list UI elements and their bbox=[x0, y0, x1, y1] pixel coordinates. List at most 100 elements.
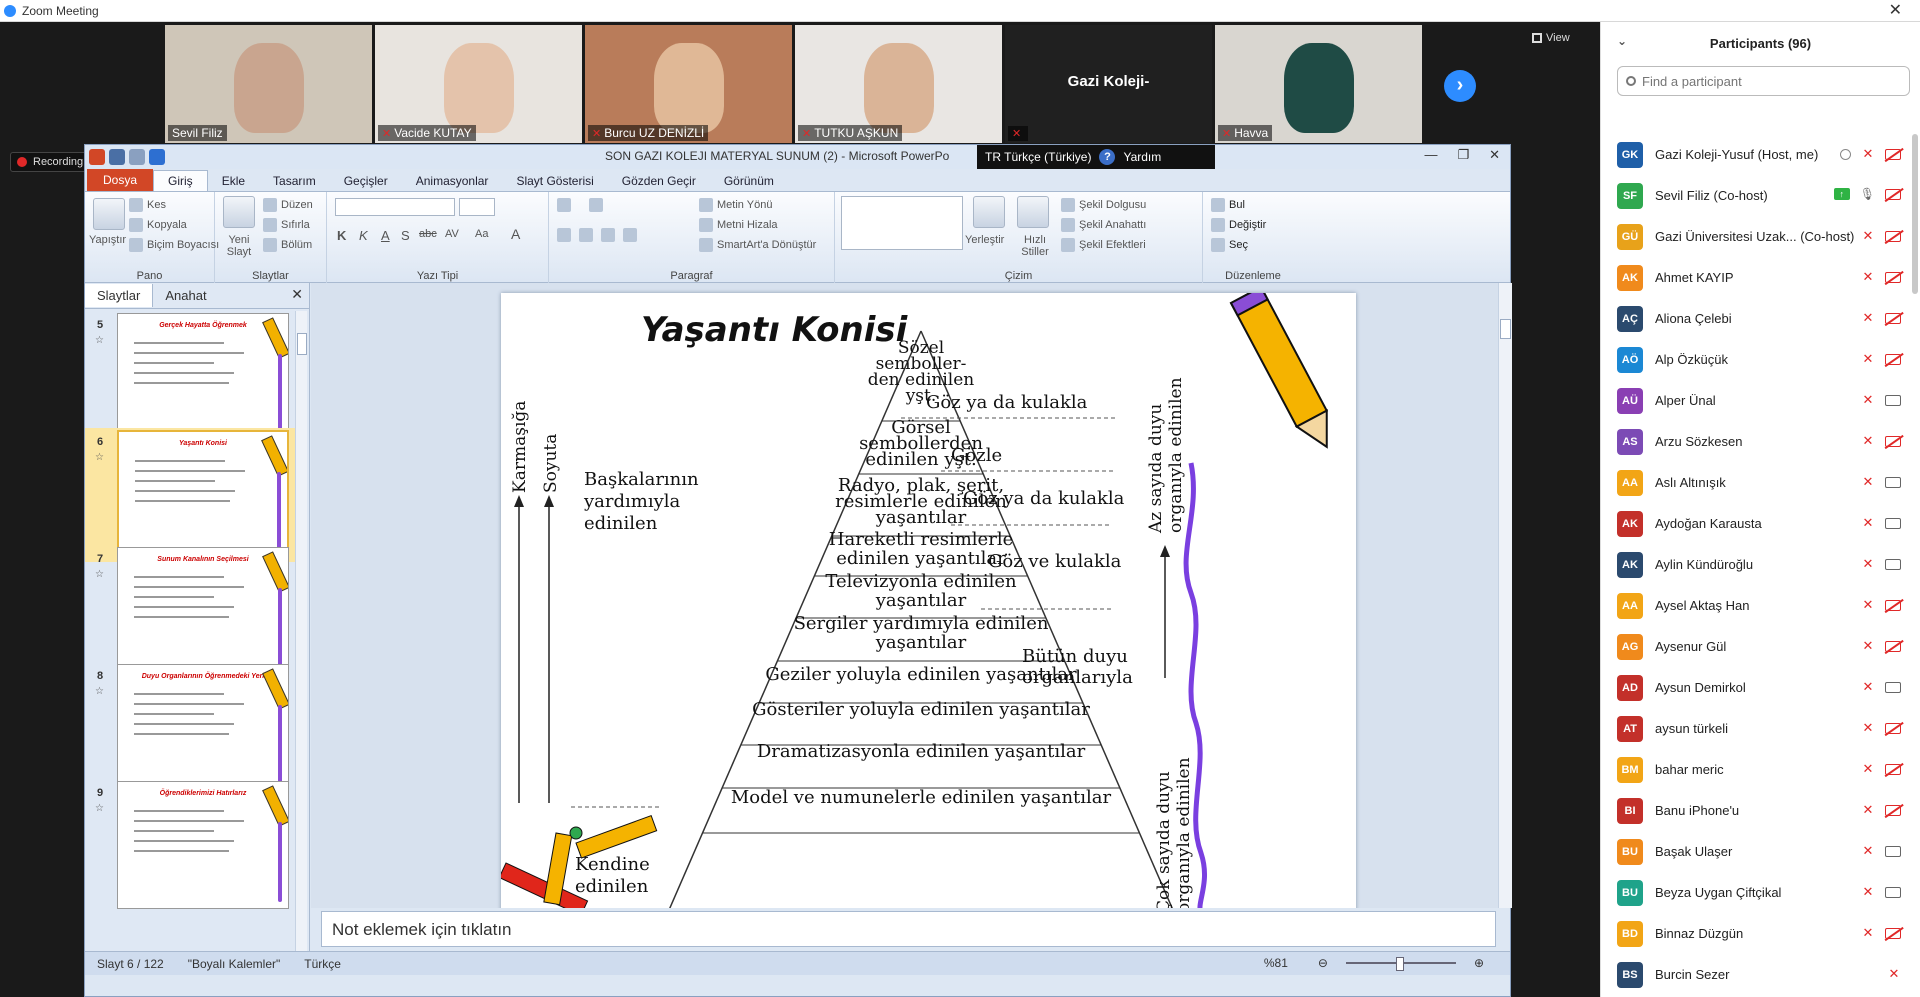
video-tile[interactable]: ✕ Havva bbox=[1215, 25, 1422, 143]
mic-off-icon[interactable]: ✕ bbox=[1861, 679, 1875, 695]
camera-on-icon[interactable] bbox=[1885, 681, 1901, 693]
mic-off-icon[interactable]: ✕ bbox=[1861, 392, 1875, 408]
video-tile[interactable]: ✕ TUTKU AŞKUN bbox=[795, 25, 1002, 143]
mic-off-icon[interactable]: ✕ bbox=[1861, 802, 1875, 818]
zoom-in-button[interactable]: ⊕ bbox=[1462, 956, 1496, 970]
new-slide-button[interactable]: Yeni Slayt bbox=[219, 234, 259, 258]
slide-scrollbar[interactable] bbox=[1498, 283, 1512, 908]
quick-styles-button[interactable]: Hızlı Stiller bbox=[1015, 234, 1055, 258]
align-left-button[interactable] bbox=[557, 228, 571, 242]
zoom-level[interactable]: %81 bbox=[1252, 956, 1300, 970]
collapse-panel-button[interactable]: ⌄ bbox=[1617, 34, 1627, 48]
reset-button[interactable]: Sıfırla bbox=[263, 218, 310, 232]
mic-off-icon[interactable]: ✕ bbox=[1861, 884, 1875, 900]
mic-off-icon[interactable]: ✕ bbox=[1861, 269, 1875, 285]
shadow-button[interactable]: S bbox=[401, 228, 410, 243]
quick-styles-icon[interactable] bbox=[1017, 196, 1049, 228]
slide-thumbnail[interactable]: 9 ☆ Öğrendiklerimizi Hatırlarız bbox=[85, 779, 295, 913]
video-tile[interactable]: Sevil Filiz bbox=[165, 25, 372, 143]
participant-row[interactable]: GK Gazi Koleji-Yusuf (Host, me) ✕ bbox=[1601, 134, 1911, 175]
help-label[interactable]: Yardım bbox=[1123, 150, 1161, 164]
camera-off-icon[interactable] bbox=[1885, 312, 1901, 324]
participant-row[interactable]: AA Aslı Altınışık ✕ bbox=[1601, 462, 1911, 503]
participant-row[interactable]: BM bahar meric ✕ bbox=[1601, 749, 1911, 790]
close-window-button[interactable]: ✕ bbox=[1889, 0, 1902, 22]
ribbon-tab[interactable]: Geçişler bbox=[330, 171, 402, 191]
camera-off-icon[interactable] bbox=[1885, 188, 1901, 200]
participant-row[interactable]: AÇ Aliona Çelebi ✕ bbox=[1601, 298, 1911, 339]
camera-off-icon[interactable] bbox=[1885, 640, 1901, 652]
justify-button[interactable] bbox=[623, 228, 637, 242]
italic-button[interactable]: K bbox=[359, 228, 368, 243]
mic-off-icon[interactable]: ✕ bbox=[1887, 966, 1901, 982]
ribbon-tab[interactable]: Dosya bbox=[87, 169, 154, 191]
participant-row[interactable]: AK Aydoğan Karausta ✕ bbox=[1601, 503, 1911, 544]
shapes-gallery[interactable] bbox=[841, 196, 963, 250]
slide-thumbnail[interactable]: 7 ☆ Sunum Kanalının Seçilmesi bbox=[85, 545, 295, 679]
participant-row[interactable]: SF Sevil Filiz (Co-host) ↑ 🎙 bbox=[1601, 175, 1911, 216]
participant-row[interactable]: GÜ Gazi Üniversitesi Uzak... (Co-host) ✕ bbox=[1601, 216, 1911, 257]
shape-effects-button[interactable]: Şekil Efektleri bbox=[1061, 238, 1146, 252]
mic-off-icon[interactable]: ✕ bbox=[1861, 556, 1875, 572]
camera-off-icon[interactable] bbox=[1885, 353, 1901, 365]
slide-thumbnail[interactable]: 5 ☆ Gerçek Hayatta Öğrenmek bbox=[85, 311, 295, 445]
ribbon-tab[interactable]: Ekle bbox=[208, 171, 259, 191]
shape-outline-button[interactable]: Şekil Anahattı bbox=[1061, 218, 1146, 232]
mic-off-icon[interactable]: ✕ bbox=[1861, 351, 1875, 367]
mic-off-icon[interactable]: ✕ bbox=[1861, 761, 1875, 777]
mic-off-icon[interactable]: ✕ bbox=[1861, 638, 1875, 654]
slide-scrollbar-thumb[interactable] bbox=[1500, 319, 1511, 339]
camera-on-icon[interactable] bbox=[1885, 886, 1901, 898]
mic-off-icon[interactable]: ✕ bbox=[1861, 433, 1875, 449]
underline-button[interactable]: A bbox=[381, 228, 390, 243]
scrollbar-thumb[interactable] bbox=[297, 333, 307, 355]
cut-button[interactable]: Kes bbox=[129, 198, 166, 212]
restore-button[interactable]: ❐ bbox=[1457, 147, 1469, 163]
participant-scrollbar[interactable] bbox=[1912, 134, 1918, 294]
zoom-out-button[interactable]: ⊖ bbox=[1306, 956, 1340, 970]
save-icon[interactable] bbox=[109, 149, 125, 165]
ribbon-tab[interactable]: Slayt Gösterisi bbox=[502, 171, 607, 191]
participant-row[interactable]: BD Binnaz Düzgün ✕ bbox=[1601, 913, 1911, 954]
undo-icon[interactable] bbox=[129, 149, 145, 165]
camera-on-icon[interactable] bbox=[1885, 517, 1901, 529]
numbering-button[interactable] bbox=[589, 198, 603, 212]
font-name-box[interactable] bbox=[335, 198, 455, 216]
mic-off-icon[interactable]: ✕ bbox=[1861, 515, 1875, 531]
participant-row[interactable]: AA Aysel Aktaş Han ✕ bbox=[1601, 585, 1911, 626]
replace-button[interactable]: Değiştir bbox=[1211, 218, 1266, 232]
participant-row[interactable]: AÖ Alp Özküçük ✕ bbox=[1601, 339, 1911, 380]
strikethrough-button[interactable]: abc bbox=[419, 228, 437, 240]
camera-off-icon[interactable] bbox=[1885, 435, 1901, 447]
format-painter-button[interactable]: Biçim Boyacısı bbox=[129, 238, 219, 252]
camera-on-icon[interactable] bbox=[1885, 476, 1901, 488]
participant-row[interactable]: AT aysun türkeli ✕ bbox=[1601, 708, 1911, 749]
shape-fill-button[interactable]: Şekil Dolgusu bbox=[1061, 198, 1146, 212]
ribbon-tab[interactable]: Gözden Geçir bbox=[608, 171, 710, 191]
camera-on-icon[interactable] bbox=[1885, 845, 1901, 857]
minimize-button[interactable]: — bbox=[1424, 147, 1437, 163]
select-button[interactable]: Seç bbox=[1211, 238, 1248, 252]
zoom-slider[interactable] bbox=[1345, 957, 1456, 971]
tab-outline[interactable]: Anahat bbox=[153, 284, 218, 307]
mic-off-icon[interactable]: ✕ bbox=[1861, 925, 1875, 941]
participant-search-input[interactable] bbox=[1642, 73, 1842, 89]
ribbon-tab[interactable]: Görünüm bbox=[710, 171, 788, 191]
section-button[interactable]: Bölüm bbox=[263, 238, 312, 252]
ribbon-tab[interactable]: Giriş bbox=[153, 170, 208, 191]
camera-off-icon[interactable] bbox=[1885, 763, 1901, 775]
camera-off-icon[interactable] bbox=[1885, 722, 1901, 734]
participant-row[interactable]: AG Aysenur Gül ✕ bbox=[1601, 626, 1911, 667]
current-slide[interactable]: Sözel semboller-den edinilen yşt. Görsel sem… bbox=[501, 293, 1356, 908]
mic-off-icon[interactable]: ✕ bbox=[1861, 146, 1875, 162]
paste-icon[interactable] bbox=[93, 198, 125, 230]
paste-button[interactable]: Yapıştır bbox=[89, 234, 126, 246]
participant-row[interactable]: AÜ Alper Ünal ✕ bbox=[1601, 380, 1911, 421]
ppt-close-button[interactable]: ✕ bbox=[1489, 147, 1500, 163]
participant-search[interactable] bbox=[1617, 66, 1910, 96]
font-color-button[interactable]: A bbox=[511, 226, 520, 242]
char-spacing-button[interactable]: AV bbox=[445, 228, 459, 240]
language-bar[interactable]: TR Türkçe (Türkiye) ? Yardım bbox=[977, 145, 1215, 169]
video-tile[interactable]: Gazi Koleji- ✕ bbox=[1005, 25, 1212, 143]
change-case-button[interactable]: Aa bbox=[475, 228, 488, 240]
